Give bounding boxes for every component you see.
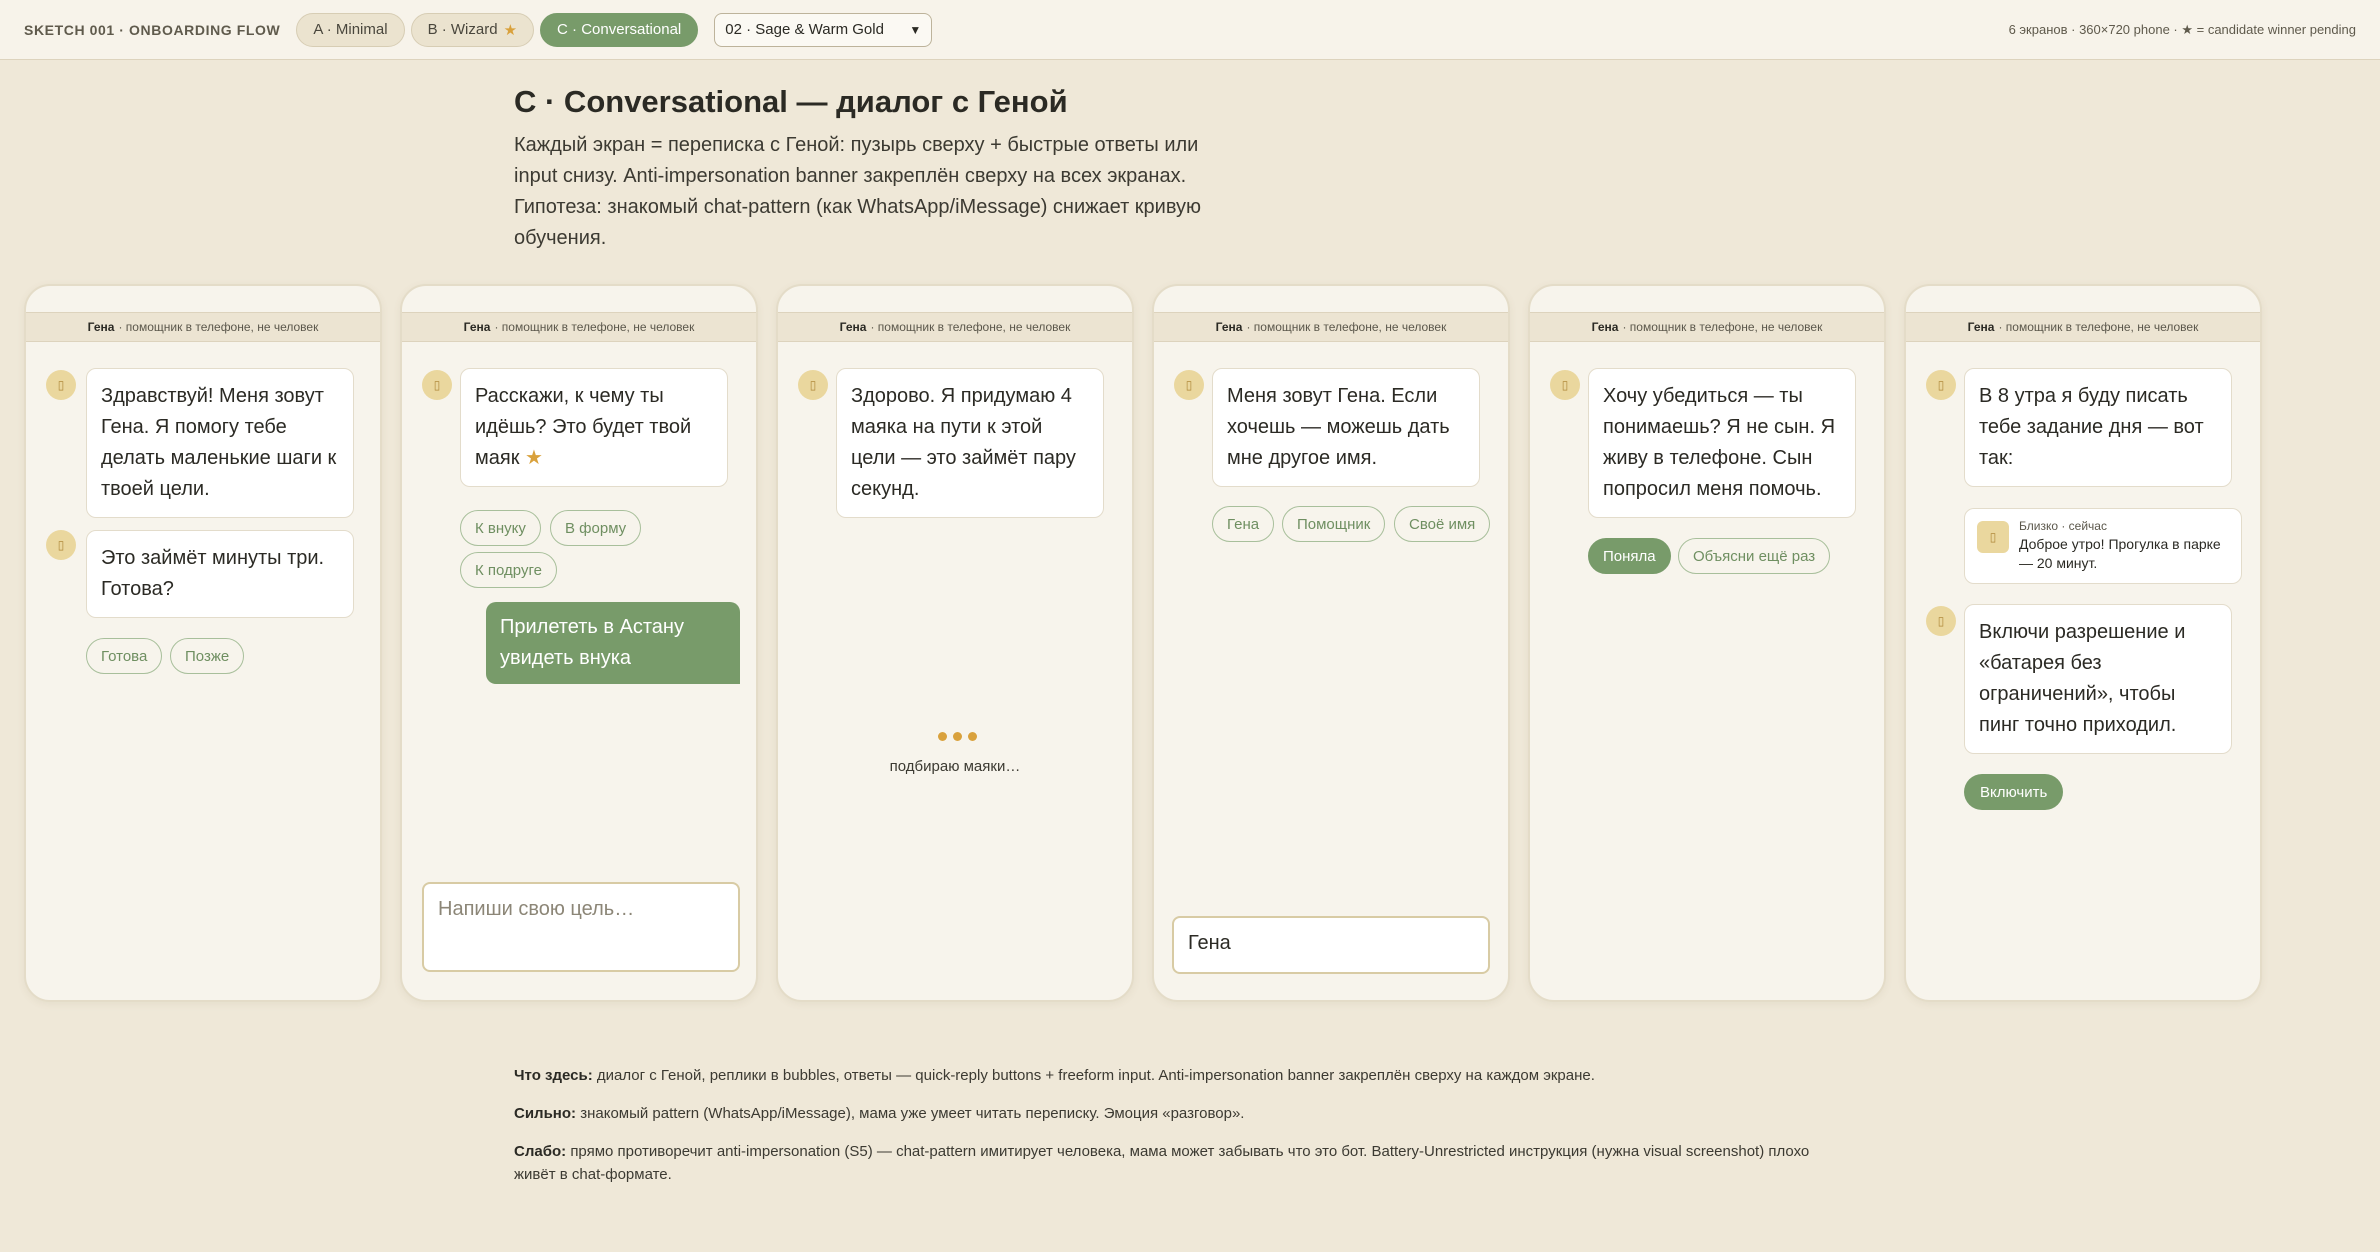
push-notification-preview: ▯ Близко · сейчас Доброе утро! Прогулка …: [1964, 508, 2242, 584]
typing-indicator: [938, 732, 977, 741]
tab-minimal[interactable]: A · Minimal: [296, 12, 405, 47]
notes-section: Что здесь: диалог с Геной, реплики в bub…: [514, 1064, 1834, 1201]
note-label: Сильно:: [514, 1105, 577, 1122]
anti-impersonation-banner: Гена · помощник в телефоне, не человек: [1530, 312, 1884, 342]
theme-select-value: 02 · Sage & Warm Gold: [725, 21, 884, 38]
note-strong: Сильно: знакомый pattern (WhatsApp/iMess…: [514, 1102, 1834, 1125]
app-icon: ▯: [1977, 521, 2009, 553]
banner-text: · помощник в телефоне, не человек: [1246, 320, 1447, 334]
note-text: прямо противоречит anti-impersonation (S…: [514, 1143, 1810, 1183]
page-description: Каждый экран = переписка с Геной: пузырь…: [514, 134, 1202, 249]
assistant-bubble: Включи разрешение и «батарея без огранич…: [1964, 604, 2232, 754]
chevron-down-icon: ▼: [909, 22, 922, 37]
quick-reply-ready[interactable]: Готова: [86, 638, 163, 674]
quick-reply-fitness[interactable]: В форму: [550, 510, 642, 546]
note-text: знакомый pattern (WhatsApp/iMessage), ма…: [580, 1105, 1245, 1122]
user-message-bubble: Прилететь в Астану увидеть внука: [486, 602, 740, 684]
avatar-icon: ▯: [422, 370, 452, 400]
typing-dot: [953, 732, 962, 741]
anti-impersonation-banner: Гена · помощник в телефоне, не человек: [402, 312, 756, 342]
name-input[interactable]: Гена: [1172, 916, 1490, 974]
notification-meta: Близко · сейчас: [2019, 519, 2107, 533]
banner-name: Гена: [1591, 320, 1619, 334]
top-bar: SKETCH 001 · ONBOARDING FLOW A · Minimal…: [0, 0, 2380, 60]
phone-screen-4: Гена · помощник в телефоне, не человек ▯…: [1152, 284, 1510, 1002]
assistant-bubble: Здорово. Я придумаю 4 маяка на пути к эт…: [836, 368, 1104, 518]
note-weak: Слабо: прямо противоречит anti-impersona…: [514, 1140, 1834, 1186]
quick-reply-later[interactable]: Позже: [170, 638, 245, 674]
assistant-bubble: Это займёт минуты три. Готова?: [86, 530, 354, 618]
avatar-icon: ▯: [46, 530, 76, 560]
page-title: C · Conversational — диалог с Геной: [514, 84, 1068, 119]
banner-text: · помощник в телефоне, не человек: [1622, 320, 1823, 334]
assistant-bubble: Здравствуй! Меня зовут Гена. Я помогу те…: [86, 368, 354, 518]
anti-impersonation-banner: Гена · помощник в телефоне, не человек: [26, 312, 380, 342]
sketch-meta: 6 экранов · 360×720 phone · ★ = candidat…: [2008, 21, 2356, 37]
banner-name: Гена: [463, 320, 491, 334]
banner-text: · помощник в телефоне, не человек: [1998, 320, 2199, 334]
star-icon: ★: [503, 21, 518, 39]
quick-reply-helper[interactable]: Помощник: [1282, 506, 1386, 542]
typing-dot: [968, 732, 977, 741]
assistant-bubble: Расскажи, к чему ты идёшь? Это будет тво…: [460, 368, 728, 487]
banner-name: Гена: [1215, 320, 1243, 334]
phone-screen-1: Гена · помощник в телефоне, не человек ▯…: [24, 284, 382, 1002]
quick-reply-gena[interactable]: Гена: [1212, 506, 1275, 542]
note-what: Что здесь: диалог с Геной, реплики в bub…: [514, 1064, 1834, 1087]
anti-impersonation-banner: Гена · помощник в телефоне, не человек: [778, 312, 1132, 342]
note-text: диалог с Геной, реплики в bubbles, ответ…: [596, 1067, 1595, 1084]
note-label: Слабо:: [514, 1143, 567, 1160]
quick-reply-custom-name[interactable]: Своё имя: [1394, 506, 1491, 542]
notification-text: Доброе утро! Прогулка в парке — 20 минут…: [2019, 536, 2221, 571]
phone-screen-6: Гена · помощник в телефоне, не человек ▯…: [1904, 284, 2262, 1002]
banner-text: · помощник в телефоне, не человек: [870, 320, 1071, 334]
tab-conversational[interactable]: C · Conversational: [540, 12, 699, 47]
quick-reply-friend[interactable]: К подруге: [460, 552, 557, 588]
typing-dot: [938, 732, 947, 741]
typing-label: подбираю маяки…: [889, 758, 1021, 775]
assistant-bubble: Меня зовут Гена. Если хочешь — можешь да…: [1212, 368, 1480, 487]
avatar-icon: ▯: [1174, 370, 1204, 400]
banner-name: Гена: [839, 320, 867, 334]
goal-input[interactable]: Напиши свою цель…: [422, 882, 740, 972]
bubble-text: Расскажи, к чему ты идёшь? Это будет тво…: [475, 385, 692, 469]
banner-text: · помощник в телефоне, не человек: [494, 320, 695, 334]
star-icon: ★: [525, 447, 543, 469]
anti-impersonation-banner: Гена · помощник в телефоне, не человек: [1154, 312, 1508, 342]
understood-button[interactable]: Поняла: [1588, 538, 1671, 574]
banner-name: Гена: [87, 320, 115, 334]
tab-label: A · Minimal: [313, 21, 388, 38]
tab-label: C · Conversational: [557, 21, 682, 38]
assistant-bubble: В 8 утра я буду писать тебе задание дня …: [1964, 368, 2232, 487]
note-label: Что здесь:: [514, 1067, 593, 1084]
avatar-icon: ▯: [46, 370, 76, 400]
avatar-icon: ▯: [798, 370, 828, 400]
avatar-icon: ▯: [1926, 606, 1956, 636]
tab-wizard[interactable]: B · Wizard ★: [410, 12, 535, 47]
explain-again-button[interactable]: Объясни ещё раз: [1678, 538, 1831, 574]
tab-label: B · Wizard: [427, 21, 498, 38]
theme-select[interactable]: 02 · Sage & Warm Gold ▼: [714, 12, 933, 47]
avatar-icon: ▯: [1926, 370, 1956, 400]
phone-screen-2: Гена · помощник в телефоне, не человек ▯…: [400, 284, 758, 1002]
phone-screen-3: Гена · помощник в телефоне, не человек ▯…: [776, 284, 1134, 1002]
banner-name: Гена: [1967, 320, 1995, 334]
phone-screen-5: Гена · помощник в телефоне, не человек ▯…: [1528, 284, 1886, 1002]
avatar-icon: ▯: [1550, 370, 1580, 400]
enable-button[interactable]: Включить: [1964, 774, 2064, 810]
banner-text: · помощник в телефоне, не человек: [118, 320, 319, 334]
assistant-bubble: Хочу убедиться — ты понимаешь? Я не сын.…: [1588, 368, 1856, 518]
quick-reply-grandson[interactable]: К внуку: [460, 510, 541, 546]
anti-impersonation-banner: Гена · помощник в телефоне, не человек: [1906, 312, 2260, 342]
sketch-title: SKETCH 001 · ONBOARDING FLOW: [24, 21, 281, 38]
